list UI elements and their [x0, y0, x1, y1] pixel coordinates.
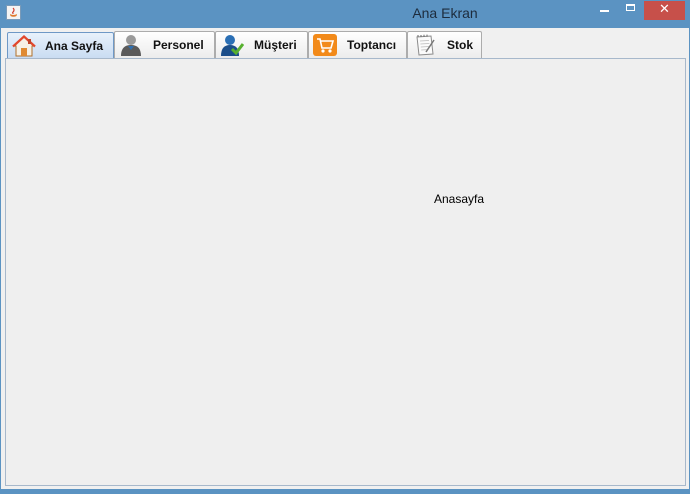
tab-label: Stok	[447, 38, 474, 52]
tab-musteri[interactable]: Müşteri	[215, 31, 308, 58]
person-icon	[121, 35, 141, 56]
tab-label: Toptancı	[347, 38, 397, 52]
tab-label: Ana Sayfa	[45, 39, 104, 53]
content-area: Ana Sayfa Personel Müşteri Toptancı Stok…	[1, 28, 689, 489]
notepad-icon	[416, 34, 435, 56]
app-window: Ana Ekran ✕ Ana Sayfa Personel Müşteri T…	[0, 0, 690, 494]
tab-stok[interactable]: Stok	[407, 31, 482, 58]
shopping-cart-icon	[313, 34, 337, 56]
window-bottom-border	[0, 489, 690, 494]
minimize-button[interactable]	[594, 0, 616, 20]
ana-sayfa-panel: Anasayfa	[5, 58, 686, 486]
tab-label: Müşteri	[254, 38, 297, 52]
tab-personel[interactable]: Personel	[114, 31, 215, 58]
tab-label: Personel	[153, 38, 204, 52]
close-button[interactable]: ✕	[644, 1, 685, 20]
panel-label: Anasayfa	[434, 192, 485, 206]
window-title: Ana Ekran	[412, 5, 478, 21]
house-icon	[12, 35, 36, 57]
tab-ana-sayfa[interactable]: Ana Sayfa	[7, 32, 114, 58]
title-bar[interactable]: Ana Ekran ✕	[0, 0, 690, 28]
maximize-button[interactable]	[621, 0, 643, 20]
minimize-icon	[600, 10, 609, 12]
close-icon: ✕	[659, 2, 670, 17]
maximize-icon	[626, 4, 635, 11]
tab-strip: Ana Sayfa Personel Müşteri Toptancı Stok	[1, 28, 689, 58]
tab-toptanci[interactable]: Toptancı	[308, 31, 407, 58]
customer-check-icon	[221, 35, 244, 56]
